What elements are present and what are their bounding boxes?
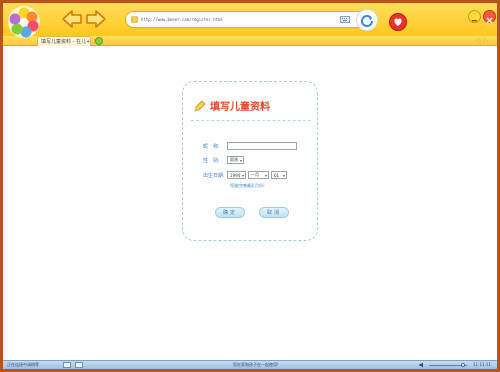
chevron-down-icon: ▾: [239, 158, 242, 163]
page-icon: [131, 16, 138, 23]
form-title: 填写儿童资料: [210, 102, 270, 113]
birth-year-select[interactable]: 1994 ▾: [227, 171, 246, 179]
status-text: 正在连接中请稍等: [7, 362, 39, 367]
name-field[interactable]: [227, 142, 297, 150]
status-message: 您在家和孩子在一起使用!: [233, 362, 279, 367]
form-header: 填写儿童资料: [193, 98, 270, 113]
birth-label: 出生日期:: [203, 173, 225, 179]
refresh-icon: [361, 15, 373, 27]
birth-day-select[interactable]: 01 ▾: [271, 171, 287, 179]
status-time: 11:11:11: [473, 362, 491, 367]
chevron-down-icon: ▾: [241, 173, 244, 178]
keyboard-icon[interactable]: [340, 16, 350, 23]
tab-label: 填写儿童资料 - 在儿+: [41, 39, 91, 45]
speaker-icon[interactable]: [419, 362, 425, 368]
arrow-right-icon: [86, 10, 106, 28]
tab-scroll-arrows-icon[interactable]: ◁▷: [476, 37, 491, 44]
page-content: 填写儿童资料 昵 称: 性 别: 男孩 ▾ 出生日期: 1994 ▾ 一月 ▾ …: [3, 47, 497, 360]
new-tab-button[interactable]: [95, 37, 103, 45]
minus-icon: [472, 20, 477, 22]
top-toolbar: [3, 3, 497, 38]
back-button[interactable]: [61, 9, 83, 29]
divider: [191, 120, 311, 121]
cancel-button[interactable]: 取消: [259, 207, 289, 218]
birth-day-value: 01: [274, 172, 280, 178]
volume-slider[interactable]: [429, 363, 467, 367]
address-input[interactable]: [141, 13, 341, 26]
birth-month-value: 一月: [251, 172, 259, 177]
minimize-button[interactable]: [468, 10, 481, 23]
pencil-icon: [194, 99, 206, 112]
address-bar: [125, 9, 378, 31]
chevron-down-icon: ▾: [282, 173, 285, 178]
name-label: 昵 称:: [203, 144, 220, 150]
submit-button[interactable]: 确定: [215, 207, 245, 218]
tab-strip: 填写儿童资料 - 在儿+ × ◁▷: [3, 36, 497, 46]
close-icon: [486, 17, 493, 24]
gender-value: 男孩: [230, 157, 238, 162]
refresh-button[interactable]: [356, 9, 378, 31]
arrow-left-icon: [62, 10, 82, 28]
forward-button[interactable]: [85, 9, 107, 29]
gender-select[interactable]: 男孩 ▾: [227, 156, 244, 164]
volume-knob[interactable]: [461, 363, 466, 367]
favorite-heart-icon[interactable]: [389, 13, 407, 31]
gender-label: 性 别:: [203, 158, 220, 164]
status-bar: 正在连接中请稍等 您在家和孩子在一起使用! 11:11:11: [3, 360, 497, 369]
chevron-down-icon: ▾: [264, 173, 267, 178]
close-button[interactable]: [483, 10, 496, 24]
birth-year-value: 1994: [230, 172, 241, 178]
app-window: 填写儿童资料 - 在儿+ × ◁▷ 填写儿童资料 昵 称: 性 别: 男孩 ▾: [0, 0, 500, 372]
birth-hint: （您能完善最近月份）: [227, 183, 267, 188]
window-icon[interactable]: [75, 362, 83, 368]
screen-icon[interactable]: [63, 362, 71, 368]
birth-month-select[interactable]: 一月 ▾: [248, 171, 269, 179]
tab-register[interactable]: 填写儿童资料 - 在儿+ ×: [37, 36, 98, 46]
child-info-form: 填写儿童资料 昵 称: 性 别: 男孩 ▾ 出生日期: 1994 ▾ 一月 ▾ …: [182, 81, 318, 241]
logo-icon: [8, 6, 40, 38]
